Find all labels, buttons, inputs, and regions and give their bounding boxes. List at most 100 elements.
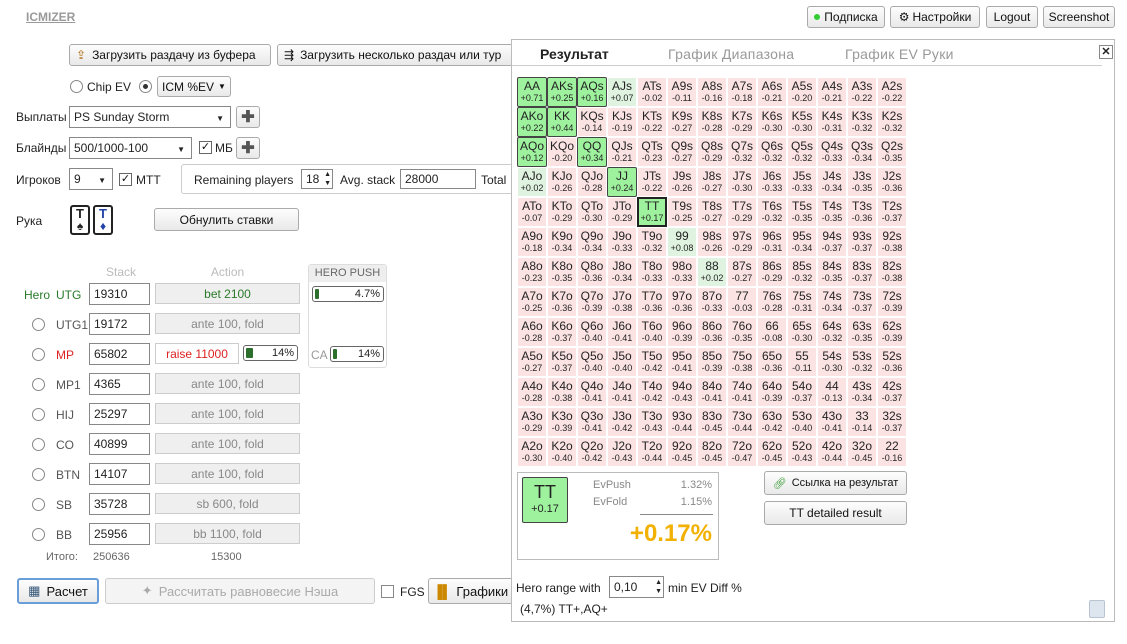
hand-cell[interactable]: KK +0.44	[547, 107, 577, 137]
hand-cell[interactable]: T7s -0.29	[727, 197, 757, 227]
hand-cell[interactable]: 88 +0.02	[697, 257, 727, 287]
chip-ev-radio[interactable]	[70, 80, 83, 93]
hand-cell[interactable]: 53o -0.40	[787, 407, 817, 437]
hand-cell[interactable]: 53s -0.32	[847, 347, 877, 377]
nash-button[interactable]: ✦ Рассчитать равновесие Нэша	[105, 578, 375, 604]
hand-cell[interactable]: 72o -0.47	[727, 437, 757, 467]
hand-cell[interactable]: T9s -0.25	[667, 197, 697, 227]
load-hand-button[interactable]: ⇪ Загрузить раздачу из буфера	[69, 44, 271, 66]
hand-cell[interactable]: K5o -0.37	[547, 347, 577, 377]
hand-cell[interactable]: Q7o -0.39	[577, 287, 607, 317]
hand-cell[interactable]: 33 -0.14	[847, 407, 877, 437]
hand-cell[interactable]: K9s -0.27	[667, 107, 697, 137]
hand-cell[interactable]: A5s -0.20	[787, 77, 817, 107]
hand-cell[interactable]: KJo -0.26	[547, 167, 577, 197]
hand-cell[interactable]: J9s -0.26	[667, 167, 697, 197]
stack-input[interactable]: 4365	[89, 373, 150, 395]
remaining-players-input[interactable]: 18 ▲ ▼	[301, 169, 333, 189]
hand-cell[interactable]: 43o -0.41	[817, 407, 847, 437]
hand-cell[interactable]: TT +0.17	[637, 197, 667, 227]
hand-cell[interactable]: AQs +0.16	[577, 77, 607, 107]
hand-cell[interactable]: 95s -0.34	[787, 227, 817, 257]
hand-cell[interactable]: 63o -0.42	[757, 407, 787, 437]
hole-card-2[interactable]: T ♦	[93, 205, 113, 235]
hand-cell[interactable]: AJs +0.07	[607, 77, 637, 107]
hand-cell[interactable]: 86o -0.36	[697, 317, 727, 347]
hand-cell[interactable]: J3s -0.35	[847, 167, 877, 197]
hand-cell[interactable]: A7s -0.18	[727, 77, 757, 107]
result-link-button[interactable]: 🔗︎ Ссылка на результат	[764, 471, 907, 495]
hero-position-radio[interactable]	[32, 378, 45, 391]
hand-cell[interactable]: T6s -0.32	[757, 197, 787, 227]
document-icon[interactable]	[1089, 600, 1105, 618]
hand-cell[interactable]: 87o -0.33	[697, 287, 727, 317]
hand-cell[interactable]: 82o -0.45	[697, 437, 727, 467]
hand-cell[interactable]: J5s -0.33	[787, 167, 817, 197]
hero-position-radio[interactable]	[32, 408, 45, 421]
hand-cell[interactable]: Q6o -0.40	[577, 317, 607, 347]
hand-cell[interactable]: A7o -0.25	[517, 287, 547, 317]
hand-cell[interactable]: 55 -0.11	[787, 347, 817, 377]
hand-cell[interactable]: T9o -0.32	[637, 227, 667, 257]
hand-cell[interactable]: J8o -0.34	[607, 257, 637, 287]
hand-cell[interactable]: K8o -0.35	[547, 257, 577, 287]
icm-radio[interactable]	[139, 80, 152, 93]
hand-cell[interactable]: A9o -0.18	[517, 227, 547, 257]
hand-cell[interactable]: A6s -0.21	[757, 77, 787, 107]
hand-cell[interactable]: 95o -0.41	[667, 347, 697, 377]
calculate-button[interactable]: ▦ Расчет	[17, 578, 99, 604]
hand-cell[interactable]: K4o -0.38	[547, 377, 577, 407]
hand-cell[interactable]: J7o -0.38	[607, 287, 637, 317]
hand-cell[interactable]: 73o -0.44	[727, 407, 757, 437]
hand-cell[interactable]: 94o -0.43	[667, 377, 697, 407]
hand-cell[interactable]: K6o -0.37	[547, 317, 577, 347]
hand-cell[interactable]: K7o -0.36	[547, 287, 577, 317]
mb-checkbox[interactable]: ✓	[199, 141, 212, 154]
subscription-button[interactable]: Подписка	[807, 6, 885, 28]
hand-cell[interactable]: T3o -0.43	[637, 407, 667, 437]
hand-cell[interactable]: 93o -0.44	[667, 407, 697, 437]
hand-cell[interactable]: 65o -0.36	[757, 347, 787, 377]
hand-cell[interactable]: T5s -0.35	[787, 197, 817, 227]
add-payouts-button[interactable]: ✚	[236, 106, 260, 128]
hand-cell[interactable]: T8o -0.33	[637, 257, 667, 287]
hand-cell[interactable]: Q2o -0.42	[577, 437, 607, 467]
hand-cell[interactable]: 74o -0.41	[727, 377, 757, 407]
hand-cell[interactable]: Q5s -0.32	[787, 137, 817, 167]
hand-cell[interactable]: K5s -0.30	[787, 107, 817, 137]
stack-input[interactable]: 25297	[89, 403, 150, 425]
hand-cell[interactable]: 99 +0.08	[667, 227, 697, 257]
spinner-icon[interactable]: ▲ ▼	[324, 170, 331, 188]
hand-cell[interactable]: Q2s -0.35	[877, 137, 907, 167]
hand-cell[interactable]: 75o -0.38	[727, 347, 757, 377]
hand-cell[interactable]: 84o -0.41	[697, 377, 727, 407]
tab-range-chart[interactable]: График Диапазона	[668, 46, 794, 62]
hand-cell[interactable]: J4s -0.34	[817, 167, 847, 197]
hand-cell[interactable]: 52o -0.43	[787, 437, 817, 467]
icm-mode-select[interactable]: ICM %EV ▼	[157, 76, 231, 97]
hand-cell[interactable]: Q4o -0.41	[577, 377, 607, 407]
hand-cell[interactable]: 54o -0.37	[787, 377, 817, 407]
hand-cell[interactable]: J6o -0.41	[607, 317, 637, 347]
hand-cell[interactable]: J5o -0.40	[607, 347, 637, 377]
hand-cell[interactable]: 63s -0.35	[847, 317, 877, 347]
hand-cell[interactable]: 85o -0.39	[697, 347, 727, 377]
hand-cell[interactable]: T3s -0.36	[847, 197, 877, 227]
hand-cell[interactable]: 64o -0.39	[757, 377, 787, 407]
hand-cell[interactable]: AKs +0.25	[547, 77, 577, 107]
hand-cell[interactable]: J9o -0.33	[607, 227, 637, 257]
hand-cell[interactable]: KJs -0.19	[607, 107, 637, 137]
hand-cell[interactable]: JJ +0.24	[607, 167, 637, 197]
hand-cell[interactable]: Q9o -0.34	[577, 227, 607, 257]
stack-input[interactable]: 19310	[89, 283, 150, 305]
hand-cell[interactable]: T2o -0.44	[637, 437, 667, 467]
hand-cell[interactable]: A8s -0.16	[697, 77, 727, 107]
payouts-select[interactable]: PS Sunday Storm ▼	[69, 106, 231, 128]
hand-cell[interactable]: Q3o -0.41	[577, 407, 607, 437]
detailed-result-button[interactable]: TT detailed result	[764, 501, 907, 525]
hand-cell[interactable]: K3o -0.39	[547, 407, 577, 437]
hand-cell[interactable]: Q5o -0.40	[577, 347, 607, 377]
hand-cell[interactable]: 94s -0.37	[817, 227, 847, 257]
hand-cell[interactable]: AKo +0.22	[517, 107, 547, 137]
hand-cell[interactable]: K7s -0.29	[727, 107, 757, 137]
